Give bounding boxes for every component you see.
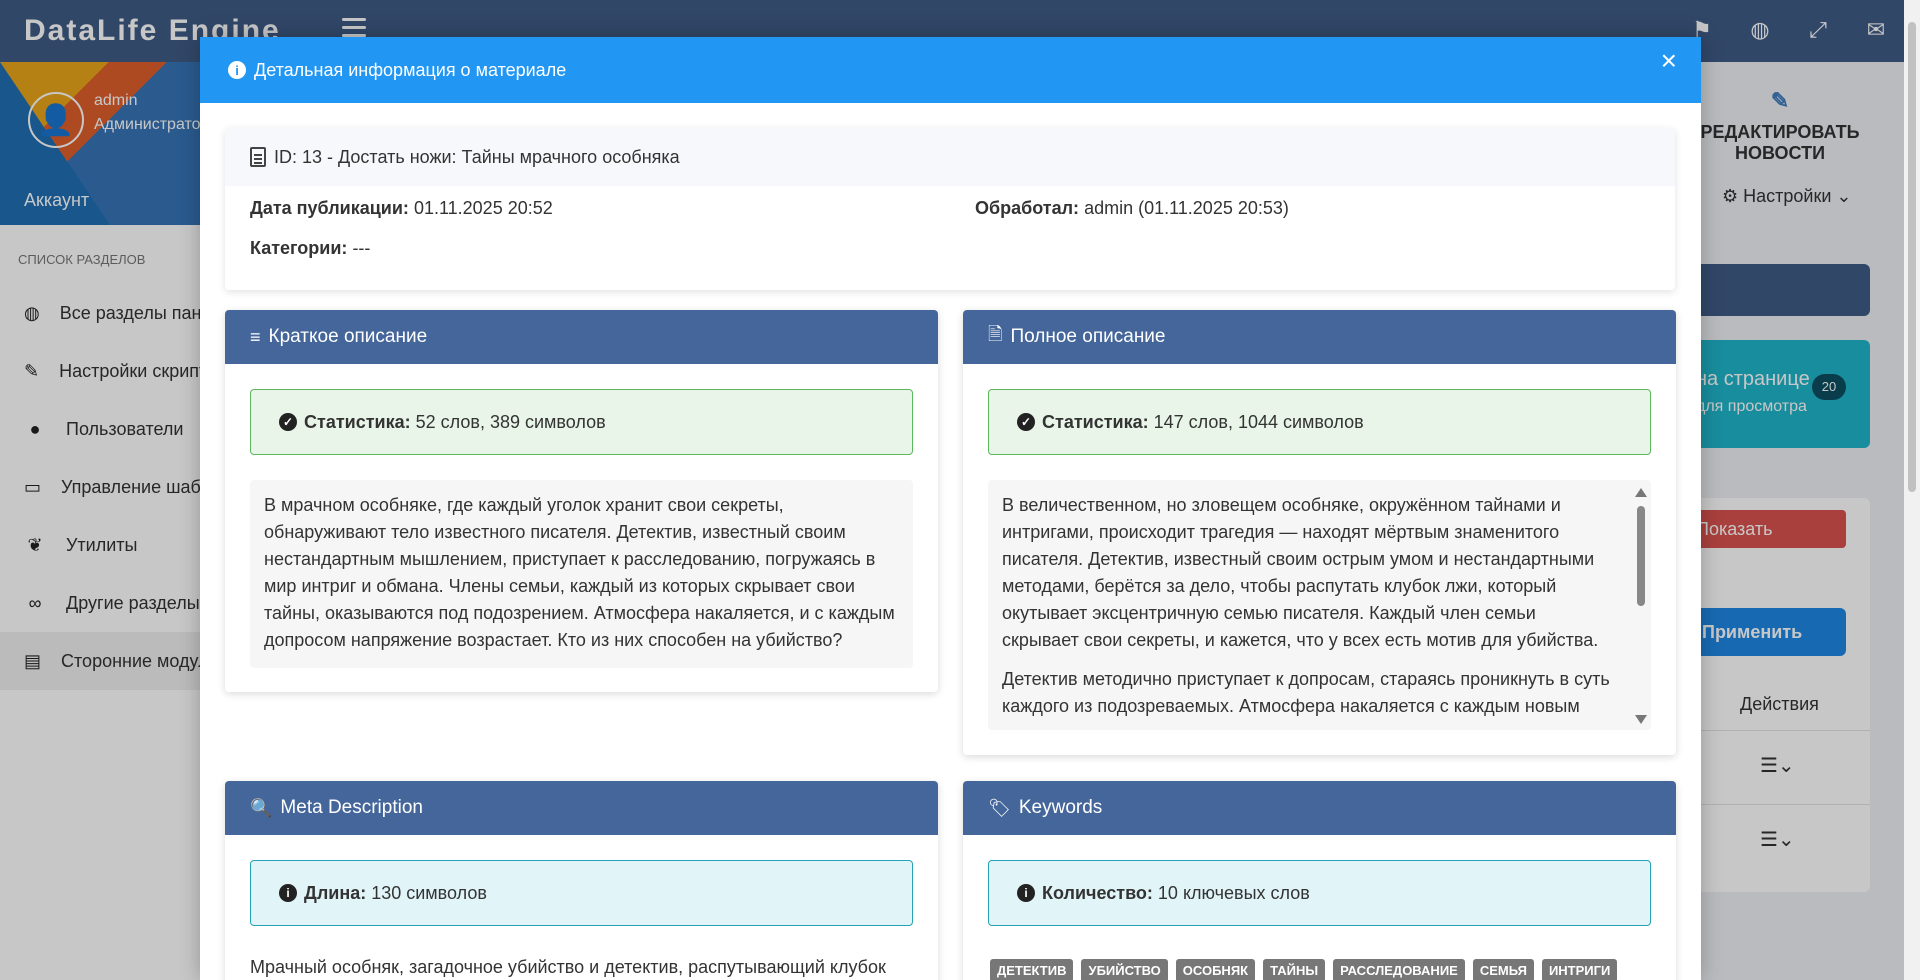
stat-label: Статистика: <box>304 411 411 432</box>
short-description-text: В мрачном особняке, где каждый уголок хр… <box>250 480 913 668</box>
meta-length-alert: i Длина: 130 символов <box>250 860 913 926</box>
keyword-tag: интриги <box>1541 959 1618 980</box>
close-icon[interactable]: × <box>1661 47 1677 75</box>
info-icon: i <box>228 61 246 79</box>
check-circle-icon: ✓ <box>1017 413 1035 431</box>
processed-value: admin (01.11.2025 20:53) <box>1084 198 1289 218</box>
categories-label: Категории: <box>250 238 348 258</box>
file-icon: 🗎 <box>988 324 1003 344</box>
categories: Категории: --- <box>250 238 370 259</box>
pub-date-value: 01.11.2025 20:52 <box>413 198 553 218</box>
full-description-paragraph: В величественном, но зловещем особняке, … <box>1002 495 1599 650</box>
short-stats-alert: ✓ Статистика: 52 слов, 389 символов <box>250 389 913 455</box>
keyword-tag: детектив <box>990 959 1074 980</box>
keyword-tag: убийство <box>1081 959 1168 980</box>
text-scrollbar[interactable] <box>1635 484 1647 728</box>
keyword-tags: детектив убийство особняк тайны расследо… <box>990 959 1618 980</box>
keywords-card: 🏷 Keywords i Количество: 10 ключевых слов… <box>963 781 1676 980</box>
short-description-title: Краткое описание <box>268 326 428 347</box>
stat-label: Статистика: <box>1042 411 1149 432</box>
document-icon <box>250 147 266 167</box>
item-heading: ID: 13 - Достать ножи: Тайны мрачного ос… <box>225 128 1675 186</box>
stat-value: 147 слов, 1044 символов <box>1153 411 1364 432</box>
keyword-tag: особняк <box>1175 959 1256 980</box>
length-label: Длина: <box>304 882 367 903</box>
full-description-card: 🗎 Полное описание ✓ Статистика: 147 слов,… <box>963 310 1676 755</box>
categories-value: --- <box>352 238 371 258</box>
align-left-icon: ≡ <box>250 326 261 347</box>
check-circle-icon: ✓ <box>279 413 297 431</box>
count-value: 10 ключевых слов <box>1157 882 1310 903</box>
page-scrollbar[interactable] <box>1904 0 1920 980</box>
info-circle-icon: i <box>279 884 297 902</box>
meta-description-card: 🔍 Meta Description i Длина: 130 символов … <box>225 781 938 980</box>
keyword-tag: расследование <box>1333 959 1465 980</box>
pub-date-label: Дата публикации: <box>250 198 409 218</box>
meta-description-title: Meta Description <box>280 797 423 818</box>
processed-label: Обработал: <box>975 198 1080 218</box>
keyword-tag: тайны <box>1263 959 1326 980</box>
keywords-count-alert: i Количество: 10 ключевых слов <box>988 860 1651 926</box>
keywords-title: Keywords <box>1018 797 1103 818</box>
meta-description-text: Мрачный особняк, загадочное убийство и д… <box>250 957 886 977</box>
item-info-card: ID: 13 - Достать ножи: Тайны мрачного ос… <box>225 128 1675 290</box>
short-description-card: ≡ Краткое описание ✓ Статистика: 52 слов,… <box>225 310 938 692</box>
modal-title: Детальная информация о материале <box>254 59 567 80</box>
full-stats-alert: ✓ Статистика: 147 слов, 1044 символов <box>988 389 1651 455</box>
search-icon: 🔍 <box>250 797 273 818</box>
detail-modal: i Детальная информация о материале × ID:… <box>200 37 1701 980</box>
meta-description-header: 🔍 Meta Description <box>225 781 938 835</box>
stat-value: 52 слов, 389 символов <box>415 411 606 432</box>
full-description-text[interactable]: В величественном, но зловещем особняке, … <box>988 480 1651 730</box>
modal-header: i Детальная информация о материале <box>200 37 1701 103</box>
length-value: 130 символов <box>371 882 487 903</box>
count-label: Количество: <box>1042 882 1153 903</box>
info-circle-icon: i <box>1017 884 1035 902</box>
publication-date: Дата публикации: 01.11.2025 20:52 <box>250 198 553 219</box>
full-description-title: Полное описание <box>1010 326 1166 347</box>
full-description-header: 🗎 Полное описание <box>963 310 1676 364</box>
item-heading-text: ID: 13 - Достать ножи: Тайны мрачного ос… <box>274 146 680 167</box>
keyword-tag: семья <box>1472 959 1534 980</box>
short-description-header: ≡ Краткое описание <box>225 310 938 364</box>
keywords-header: 🏷 Keywords <box>963 781 1676 835</box>
tags-icon: 🏷 <box>988 797 1011 818</box>
full-description-paragraph: Детектив методично приступает к допросам… <box>1002 669 1610 716</box>
processed-by: Обработал: admin (01.11.2025 20:53) <box>975 198 1289 219</box>
